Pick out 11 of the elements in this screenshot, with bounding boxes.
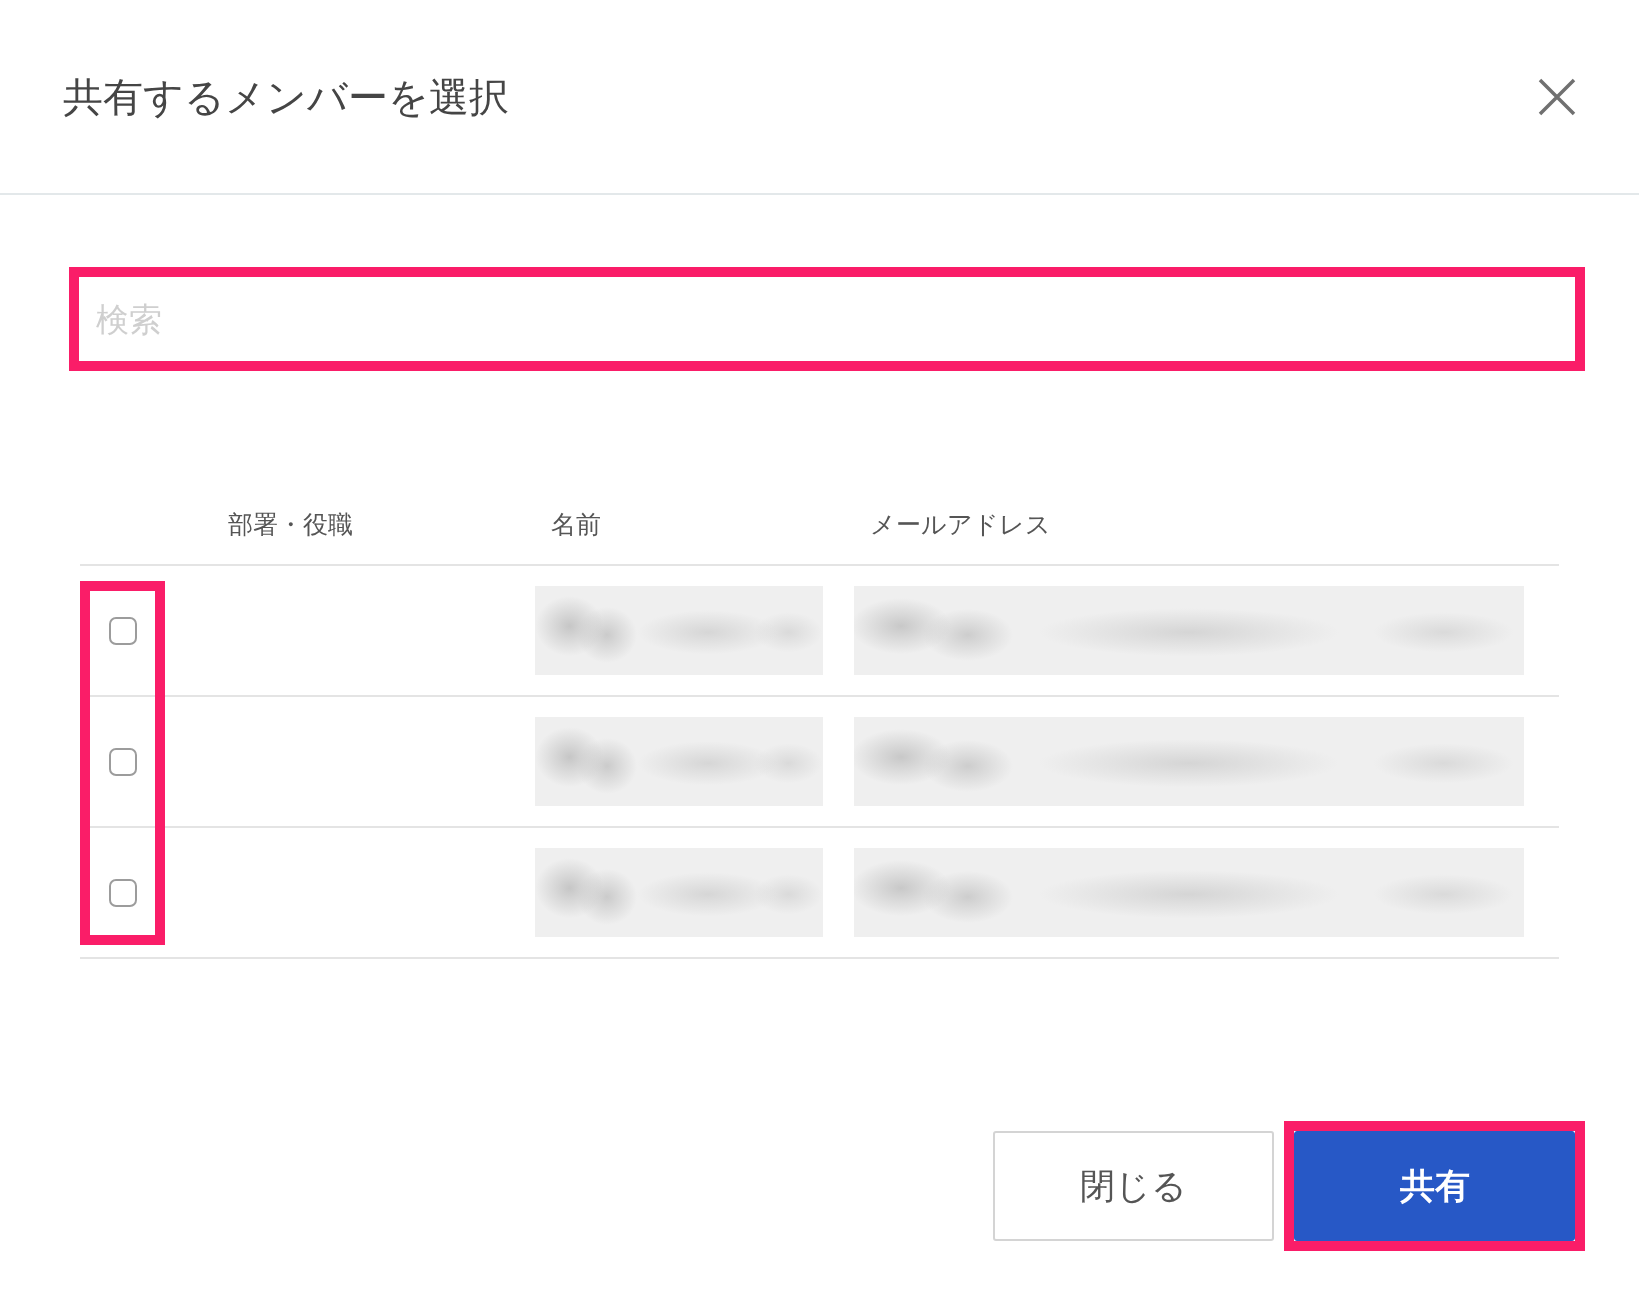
share-button[interactable]: 共有: [1294, 1131, 1575, 1241]
close-button[interactable]: [1537, 76, 1577, 117]
column-header: 部署・役職: [228, 510, 353, 540]
column-header: 名前: [551, 510, 601, 540]
column-header: メールアドレス: [870, 510, 1051, 540]
row-checkbox[interactable]: [109, 878, 137, 907]
close-dialog-button[interactable]: 閉じる: [993, 1131, 1274, 1241]
dialog-title: 共有するメンバーを選択: [63, 72, 509, 121]
row-checkbox[interactable]: [109, 747, 137, 776]
row-checkbox[interactable]: [109, 616, 137, 645]
close-icon: [1537, 76, 1577, 117]
